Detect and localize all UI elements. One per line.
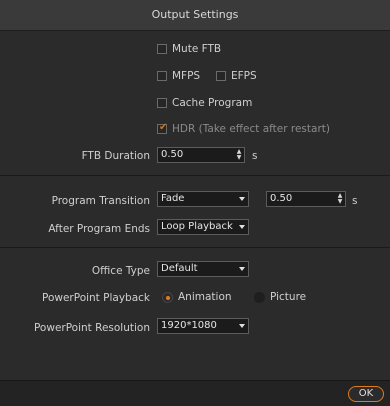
hdr-box[interactable]: ✔: [157, 122, 168, 134]
efps-label: EFPS: [231, 70, 257, 82]
after-program-ends-value: Loop Playback: [161, 221, 233, 232]
chevron-down-icon: [239, 324, 245, 328]
mute-ftb-label: Mute FTB: [172, 43, 222, 55]
radio-selected-icon[interactable]: [162, 291, 173, 303]
hdr-label: HDR (Take effect after restart): [172, 123, 330, 135]
efps-checkbox[interactable]: EFPS: [216, 70, 257, 82]
chevron-down-icon: [239, 225, 245, 229]
section-divider: [0, 175, 390, 176]
picture-radio-label: Picture: [270, 291, 307, 303]
transition-duration-unit: s: [352, 195, 358, 207]
mute-ftb-checkbox[interactable]: Mute FTB: [157, 43, 221, 55]
cache-program-box[interactable]: [157, 98, 167, 108]
mfps-label: MFPS: [172, 70, 201, 82]
mfps-box[interactable]: [157, 71, 167, 81]
ftb-duration-unit: s: [252, 150, 258, 162]
powerpoint-resolution-value: 1920*1080: [161, 320, 217, 331]
office-type-label: Office Type: [91, 265, 150, 277]
dialog-footer: OK: [0, 380, 390, 406]
mute-ftb-box[interactable]: [157, 44, 167, 54]
ftb-duration-input[interactable]: 0.50 ▲ ▼: [157, 147, 245, 163]
chevron-down-icon: [239, 267, 245, 271]
chevron-down-icon: [239, 197, 245, 201]
powerpoint-playback-label: PowerPoint Playback: [41, 292, 150, 304]
spin-arrows-icon[interactable]: ▲ ▼: [236, 149, 242, 161]
ok-button[interactable]: OK: [348, 386, 384, 402]
powerpoint-resolution-label: PowerPoint Resolution: [33, 322, 150, 334]
cache-program-checkbox[interactable]: Cache Program: [157, 97, 252, 109]
program-transition-value: Fade: [161, 193, 185, 204]
animation-radio-label: Animation: [178, 291, 232, 303]
efps-box[interactable]: [216, 71, 226, 81]
checkmark-icon: ✔: [159, 122, 168, 133]
spin-arrows-icon[interactable]: ▲ ▼: [337, 193, 343, 205]
mfps-checkbox[interactable]: MFPS: [157, 70, 200, 82]
after-program-ends-label: After Program Ends: [48, 223, 150, 235]
animation-radio[interactable]: Animation: [162, 291, 232, 303]
transition-duration-input[interactable]: 0.50 ▲ ▼: [266, 191, 346, 207]
office-type-dropdown[interactable]: Default: [157, 261, 249, 277]
picture-radio[interactable]: Picture: [254, 291, 306, 303]
program-transition-dropdown[interactable]: Fade: [157, 191, 249, 207]
program-transition-label: Program Transition: [51, 195, 150, 207]
ftb-duration-label: FTB Duration: [81, 150, 150, 162]
hdr-checkbox[interactable]: ✔ HDR (Take effect after restart): [157, 122, 330, 135]
powerpoint-resolution-dropdown[interactable]: 1920*1080: [157, 318, 249, 334]
after-program-ends-dropdown[interactable]: Loop Playback: [157, 219, 249, 235]
ftb-duration-value: 0.50: [161, 149, 184, 160]
window-title: Output Settings: [0, 0, 390, 31]
office-type-value: Default: [161, 263, 198, 274]
radio-unselected-icon[interactable]: [254, 291, 265, 303]
section-divider: [0, 247, 390, 248]
transition-duration-value: 0.50: [270, 193, 293, 204]
cache-program-label: Cache Program: [172, 97, 253, 109]
